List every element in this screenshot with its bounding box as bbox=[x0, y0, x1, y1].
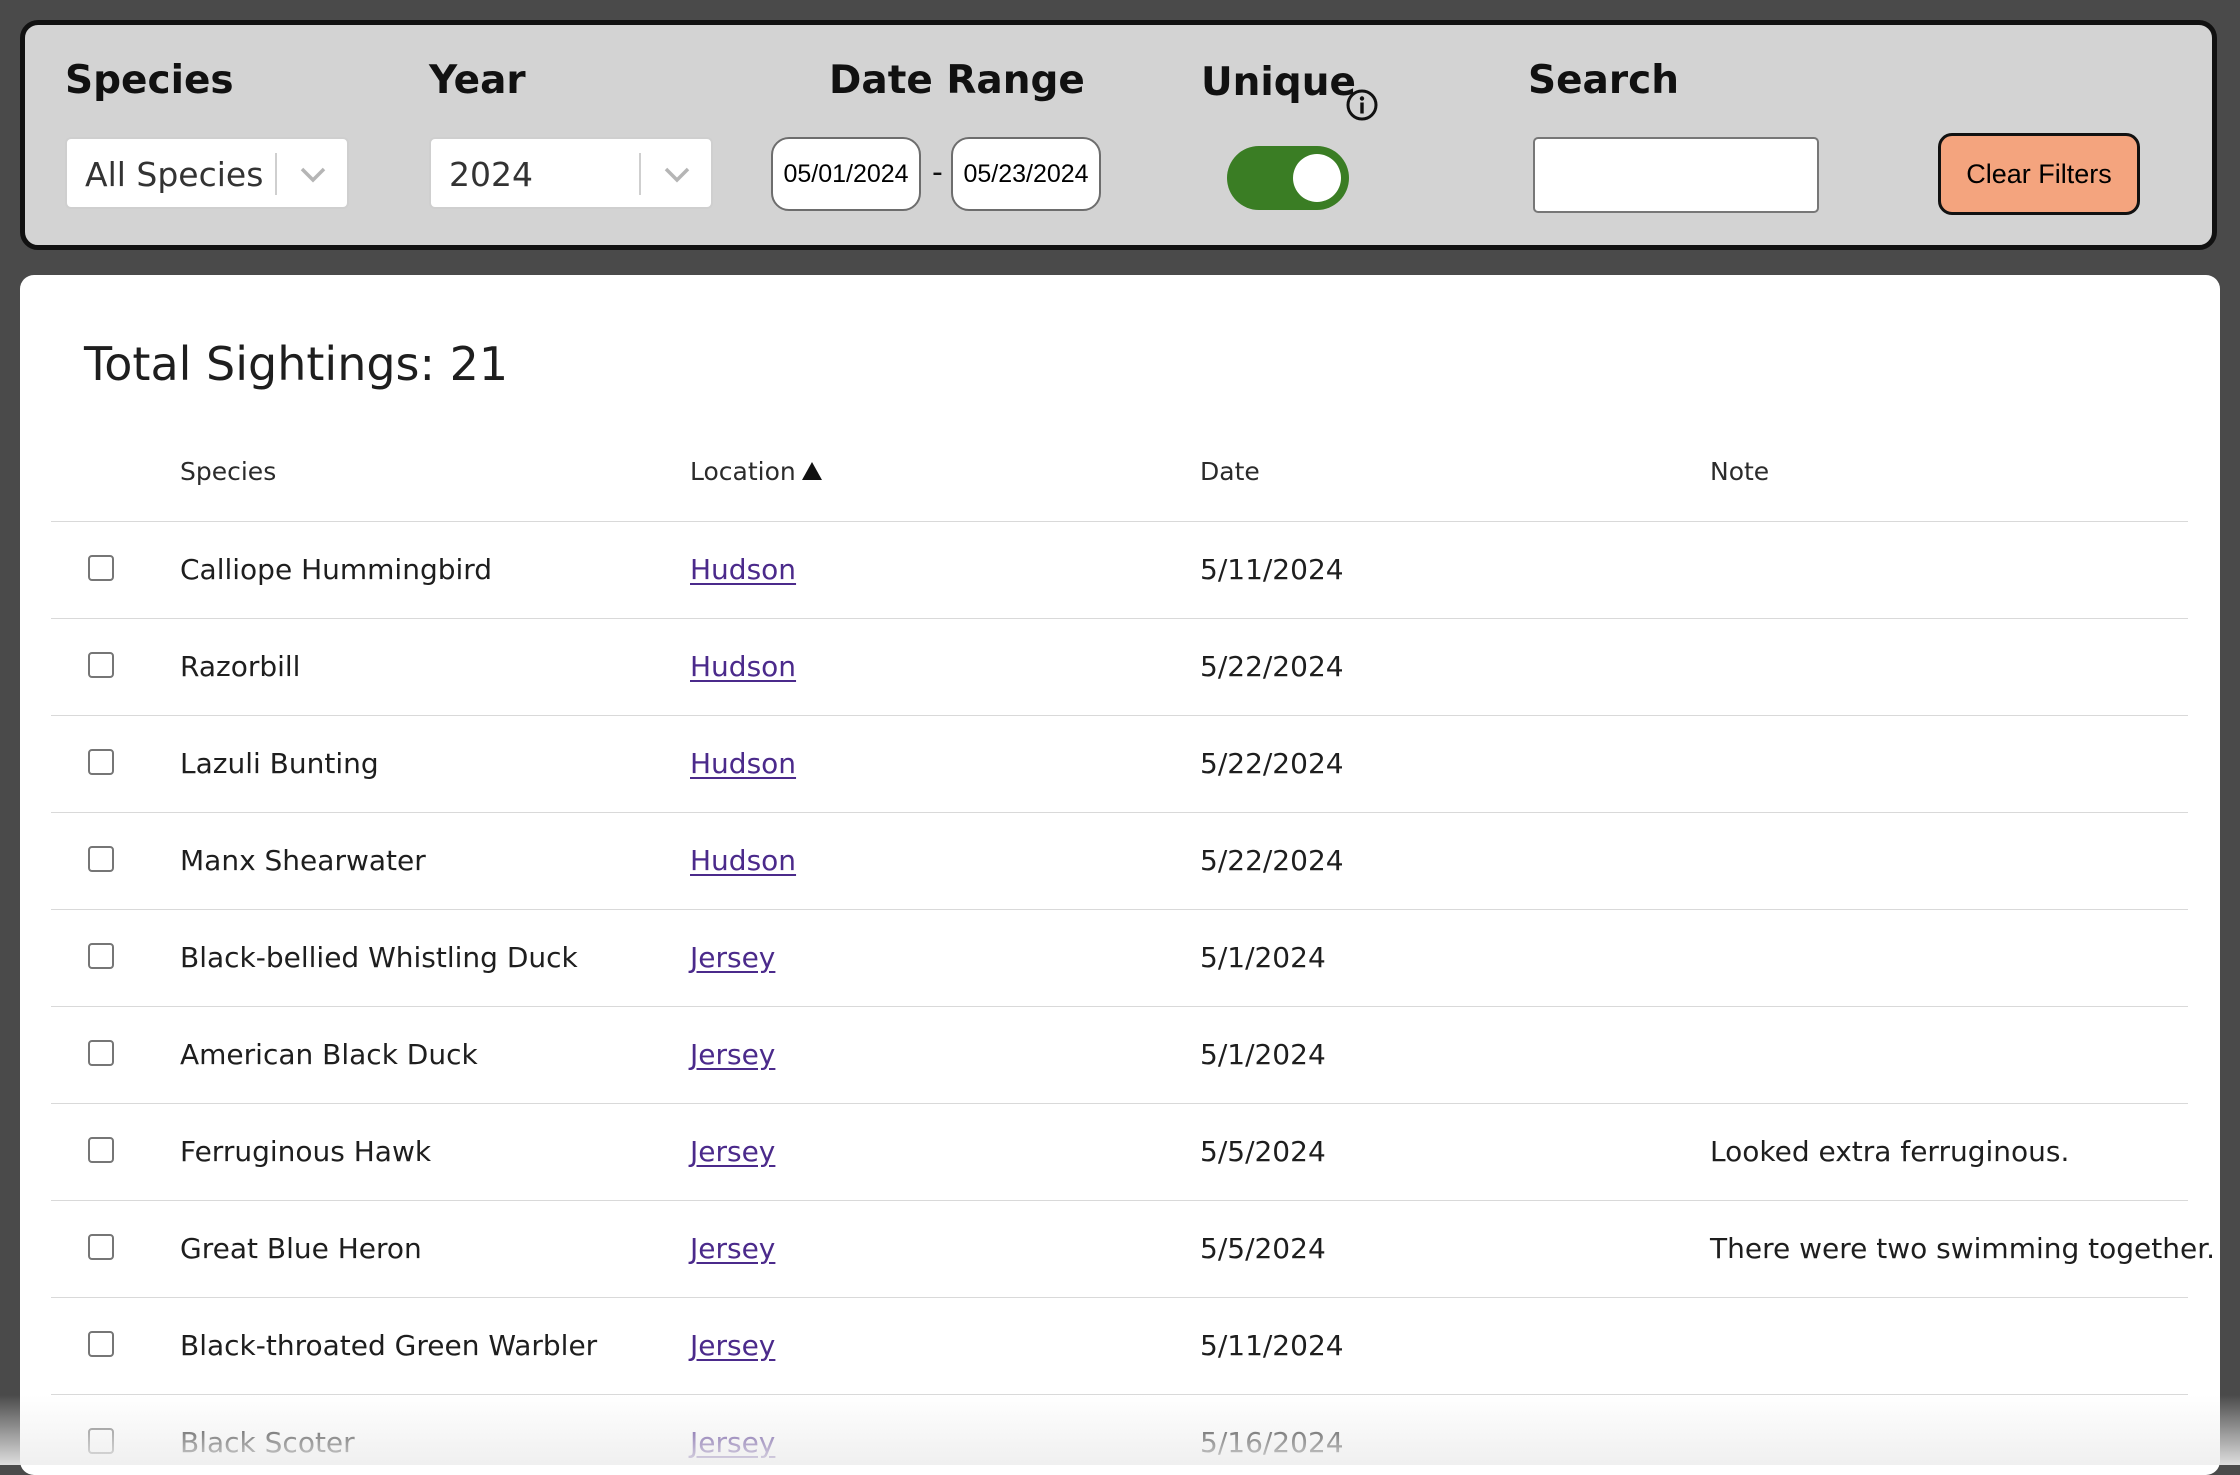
row-checkbox[interactable] bbox=[88, 652, 114, 678]
location-link[interactable]: Hudson bbox=[690, 844, 796, 878]
unique-toggle[interactable] bbox=[1227, 146, 1349, 210]
search-input[interactable] bbox=[1533, 137, 1819, 213]
table-row: Ferruginous Hawk Jersey 5/5/2024 Looked … bbox=[51, 1104, 2188, 1201]
species-select[interactable]: All Species bbox=[65, 137, 349, 209]
row-checkbox[interactable] bbox=[88, 1137, 114, 1163]
date-cell: 5/1/2024 bbox=[1200, 941, 1326, 974]
start-date-input[interactable]: 05/01/2024 bbox=[771, 137, 921, 211]
date-cell: 5/16/2024 bbox=[1200, 1426, 1344, 1459]
table-header: Species Location Date Note bbox=[51, 425, 2188, 522]
year-select[interactable]: 2024 bbox=[429, 137, 713, 209]
species-cell: Calliope Hummingbird bbox=[180, 553, 493, 586]
chevron-down-icon[interactable] bbox=[661, 161, 693, 187]
clear-filters-button[interactable]: Clear Filters bbox=[1938, 133, 2140, 215]
row-checkbox[interactable] bbox=[88, 555, 114, 581]
table-row: Razorbill Hudson 5/22/2024 bbox=[51, 619, 2188, 716]
table-row: Black-throated Green Warbler Jersey 5/11… bbox=[51, 1298, 2188, 1395]
table-row: Calliope Hummingbird Hudson 5/11/2024 bbox=[51, 522, 2188, 619]
unique-label: Unique bbox=[1201, 60, 1356, 105]
species-cell: Black-bellied Whistling Duck bbox=[180, 941, 578, 974]
date-range-label: Date Range bbox=[829, 58, 1085, 103]
row-checkbox[interactable] bbox=[88, 943, 114, 969]
table-row: Lazuli Bunting Hudson 5/22/2024 bbox=[51, 716, 2188, 813]
species-cell: Manx Shearwater bbox=[180, 844, 426, 877]
select-separator bbox=[639, 153, 641, 195]
sort-ascending-icon bbox=[801, 462, 822, 480]
location-link[interactable]: Jersey bbox=[690, 941, 775, 975]
species-select-value: All Species bbox=[85, 155, 264, 194]
location-link[interactable]: Jersey bbox=[690, 1038, 775, 1072]
location-link[interactable]: Jersey bbox=[690, 1232, 775, 1266]
species-cell: American Black Duck bbox=[180, 1038, 478, 1071]
row-checkbox[interactable] bbox=[88, 1428, 114, 1454]
year-filter-label: Year bbox=[429, 58, 526, 103]
table-row: Black-bellied Whistling Duck Jersey 5/1/… bbox=[51, 910, 2188, 1007]
filter-bar: Species All Species Year 2024 Date Range… bbox=[20, 20, 2217, 250]
table-row: Black Scoter Jersey 5/16/2024 bbox=[51, 1395, 2188, 1475]
row-checkbox[interactable] bbox=[88, 1331, 114, 1357]
search-label: Search bbox=[1528, 58, 1679, 103]
row-checkbox[interactable] bbox=[88, 1040, 114, 1066]
date-cell: 5/5/2024 bbox=[1200, 1232, 1326, 1265]
info-icon[interactable] bbox=[1345, 88, 1379, 122]
chevron-down-icon[interactable] bbox=[297, 161, 329, 187]
column-header-note[interactable]: Note bbox=[1710, 457, 1769, 487]
date-cell: 5/11/2024 bbox=[1200, 553, 1344, 586]
total-sightings: Total Sightings: 21 bbox=[84, 337, 509, 391]
column-header-species[interactable]: Species bbox=[180, 457, 276, 487]
row-checkbox[interactable] bbox=[88, 749, 114, 775]
note-cell: Looked extra ferruginous. bbox=[1710, 1135, 2070, 1168]
species-cell: Lazuli Bunting bbox=[180, 747, 379, 780]
toggle-knob bbox=[1293, 154, 1341, 202]
species-filter-label: Species bbox=[65, 58, 234, 103]
species-cell: Razorbill bbox=[180, 650, 301, 683]
sightings-table: Species Location Date Note Calliope Humm… bbox=[51, 425, 2215, 1475]
note-cell: There were two swimming together. bbox=[1710, 1232, 2216, 1265]
row-checkbox[interactable] bbox=[88, 1234, 114, 1260]
row-checkbox[interactable] bbox=[88, 846, 114, 872]
location-link[interactable]: Hudson bbox=[690, 553, 796, 587]
column-header-location[interactable]: Location bbox=[690, 457, 823, 487]
date-cell: 5/22/2024 bbox=[1200, 844, 1344, 877]
species-cell: Great Blue Heron bbox=[180, 1232, 422, 1265]
date-cell: 5/11/2024 bbox=[1200, 1329, 1344, 1362]
year-select-value: 2024 bbox=[449, 155, 533, 194]
species-cell: Ferruginous Hawk bbox=[180, 1135, 432, 1168]
table-row: Manx Shearwater Hudson 5/22/2024 bbox=[51, 813, 2188, 910]
column-header-date[interactable]: Date bbox=[1200, 457, 1260, 487]
end-date-input[interactable]: 05/23/2024 bbox=[951, 137, 1101, 211]
date-cell: 5/22/2024 bbox=[1200, 747, 1344, 780]
species-cell: Black Scoter bbox=[180, 1426, 355, 1459]
location-link[interactable]: Jersey bbox=[690, 1426, 775, 1460]
date-cell: 5/5/2024 bbox=[1200, 1135, 1326, 1168]
date-cell: 5/1/2024 bbox=[1200, 1038, 1326, 1071]
date-range-separator: - bbox=[932, 155, 943, 190]
table-row: American Black Duck Jersey 5/1/2024 bbox=[51, 1007, 2188, 1104]
table-row: Great Blue Heron Jersey 5/5/2024 There w… bbox=[51, 1201, 2215, 1298]
column-header-location-label: Location bbox=[690, 457, 796, 486]
location-link[interactable]: Jersey bbox=[690, 1329, 775, 1363]
date-cell: 5/22/2024 bbox=[1200, 650, 1344, 683]
select-separator bbox=[275, 153, 277, 195]
species-cell: Black-throated Green Warbler bbox=[180, 1329, 598, 1362]
location-link[interactable]: Jersey bbox=[690, 1135, 775, 1169]
location-link[interactable]: Hudson bbox=[690, 747, 796, 781]
sightings-panel: Total Sightings: 21 Species Location Dat… bbox=[20, 275, 2220, 1475]
location-link[interactable]: Hudson bbox=[690, 650, 796, 684]
